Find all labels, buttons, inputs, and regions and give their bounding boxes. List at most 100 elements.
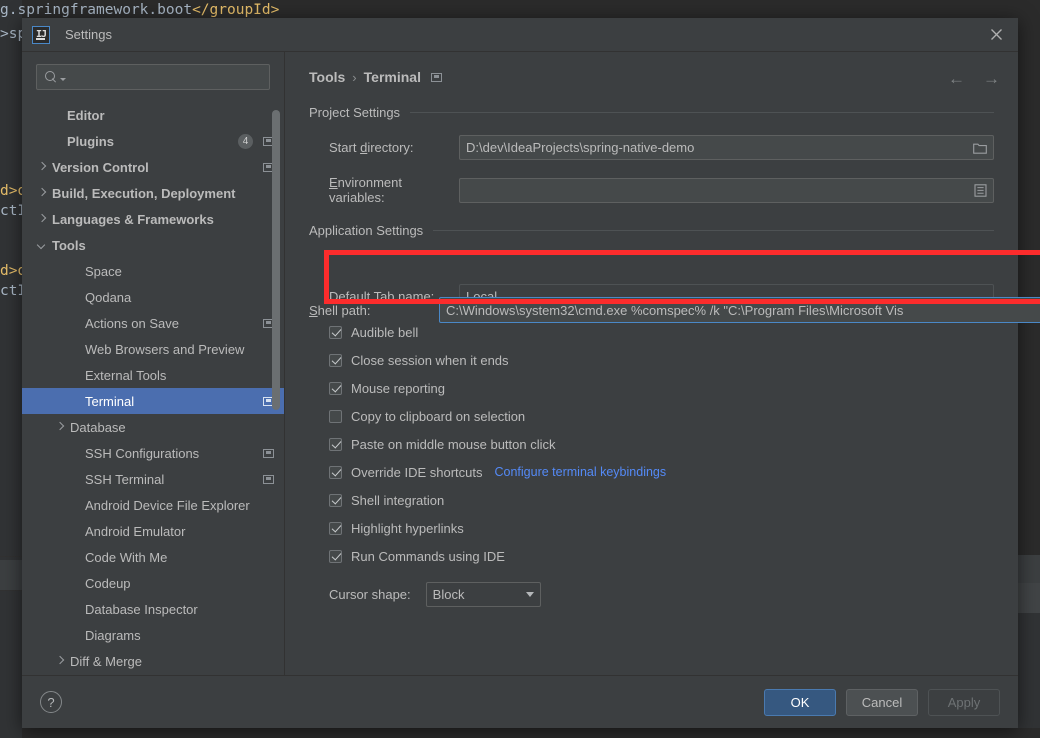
checkbox-checked-icon[interactable]	[329, 493, 342, 507]
dialog-title: Settings	[65, 27, 112, 42]
sidebar-item-android-emulator[interactable]: Android Emulator	[22, 518, 284, 544]
checkbox-row-close-session-when-it-ends[interactable]: Close session when it ends	[309, 346, 994, 374]
sidebar-item-actions-on-save[interactable]: Actions on Save	[22, 310, 284, 336]
sidebar-item-languages-frameworks[interactable]: Languages & Frameworks	[22, 206, 284, 232]
start-directory-input[interactable]: D:\dev\IdeaProjects\spring-native-demo	[459, 135, 994, 160]
checkbox-row-paste-on-middle-mouse-button-click[interactable]: Paste on middle mouse button click	[309, 430, 994, 458]
sidebar-item-label: Qodana	[85, 289, 132, 305]
dialog-footer: ? OK Cancel Apply	[22, 675, 1018, 728]
settings-sidebar: Editor Plugins 4 Version Control Build, Exec…	[22, 52, 284, 707]
editor-divider-a	[0, 556, 22, 557]
checkbox-checked-icon[interactable]	[329, 353, 342, 367]
sidebar-item-label: SSH Configurations	[85, 445, 200, 461]
checkbox-row-shell-integration[interactable]: Shell integration	[309, 486, 994, 514]
checkbox-row-run-commands-using-ide[interactable]: Run Commands using IDE	[309, 542, 994, 570]
sidebar-item-qodana[interactable]: Qodana	[22, 284, 284, 310]
sidebar-item-label: External Tools	[85, 367, 167, 383]
checkbox-label: Shell integration	[351, 492, 445, 508]
sidebar-item-editor[interactable]: Editor	[22, 102, 284, 128]
breadcrumb-root[interactable]: Tools	[309, 69, 345, 85]
terminal-options-checkbox-list: Audible bell Close session when it ends Mo…	[309, 318, 994, 570]
checkbox-row-mouse-reporting[interactable]: Mouse reporting	[309, 374, 994, 402]
help-button[interactable]: ?	[40, 691, 62, 713]
checkbox-label: Highlight hyperlinks	[351, 520, 464, 536]
sidebar-item-version-control[interactable]: Version Control	[22, 154, 284, 180]
sidebar-item-ssh-terminal[interactable]: SSH Terminal	[22, 466, 284, 492]
checkbox-row-copy-to-clipboard-on-selection[interactable]: Copy to clipboard on selection	[309, 402, 994, 430]
sidebar-scrollbar-thumb[interactable]	[272, 110, 280, 410]
dialog-title-bar: IJ Settings	[22, 18, 1018, 52]
editor-code-line: g.springframework.boot</groupId>	[0, 2, 279, 18]
configure-terminal-keybindings-link[interactable]: Configure terminal keybindings	[495, 465, 667, 479]
sidebar-item-ssh-configurations[interactable]: SSH Configurations	[22, 440, 284, 466]
editor-right-panel-a	[1018, 555, 1040, 583]
shell-path-input[interactable]: C:\Windows\system32\cmd.exe %comspec% /k…	[439, 297, 1040, 323]
sidebar-item-label: Terminal	[85, 393, 135, 409]
sidebar-item-external-tools[interactable]: External Tools	[22, 362, 284, 388]
folder-icon[interactable]	[973, 142, 987, 154]
ok-button[interactable]: OK	[764, 688, 836, 716]
sidebar-item-web-browsers-and-preview[interactable]: Web Browsers and Preview	[22, 336, 284, 362]
settings-detail-pane: Tools › Terminal ← → Project Settings St…	[285, 52, 1040, 707]
checkbox-checked-icon[interactable]	[329, 549, 342, 563]
dialog-body: Editor Plugins 4 Version Control Build, Exec…	[22, 52, 1040, 707]
cursor-shape-label: Cursor shape:	[329, 587, 411, 602]
checkbox-checked-icon[interactable]	[329, 325, 342, 339]
sidebar-item-codeup[interactable]: Codeup	[22, 570, 284, 596]
project-settings-title: Project Settings	[309, 105, 401, 120]
cancel-button[interactable]: Cancel	[846, 688, 918, 716]
sidebar-item-tools[interactable]: Tools	[22, 232, 284, 258]
sidebar-item-label: Languages & Frameworks	[52, 211, 214, 227]
checkbox-checked-icon[interactable]	[329, 381, 342, 395]
sidebar-item-label: Version Control	[52, 159, 149, 175]
sidebar-scrollbar-track[interactable]	[272, 102, 282, 694]
sidebar-item-build-execution-deployment[interactable]: Build, Execution, Deployment	[22, 180, 284, 206]
sidebar-item-terminal[interactable]: Terminal	[22, 388, 284, 414]
list-edit-icon[interactable]	[974, 183, 987, 197]
checkbox-checked-icon[interactable]	[329, 437, 342, 451]
forward-arrow-icon[interactable]: →	[983, 70, 1000, 87]
cursor-shape-select[interactable]: Block	[425, 582, 541, 607]
breadcrumb-separator-icon: ›	[352, 69, 357, 85]
sidebar-item-database-inspector[interactable]: Database Inspector	[22, 596, 284, 622]
apply-button[interactable]: Apply	[928, 688, 1000, 716]
intellij-idea-logo-icon: IJ	[32, 25, 50, 44]
project-settings-section-header: Project Settings	[309, 105, 994, 120]
chevron-right-icon[interactable]	[37, 188, 48, 199]
chevron-right-icon[interactable]	[37, 162, 48, 173]
checkbox-row-highlight-hyperlinks[interactable]: Highlight hyperlinks	[309, 514, 994, 542]
checkbox-label: Copy to clipboard on selection	[351, 408, 526, 424]
sidebar-item-plugins[interactable]: Plugins 4	[22, 128, 284, 154]
chevron-right-icon[interactable]	[37, 214, 48, 225]
code-token: g.springframework.boot	[0, 2, 193, 18]
sidebar-item-space[interactable]: Space	[22, 258, 284, 284]
sidebar-item-label: Android Device File Explorer	[85, 497, 250, 513]
checkbox-row-override-ide-shortcuts[interactable]: Override IDE shortcuts Configure terminal…	[309, 458, 994, 486]
environment-variables-row: Environment variables:	[309, 175, 994, 205]
chevron-right-icon[interactable]	[55, 656, 66, 667]
checkbox-checked-icon[interactable]	[329, 521, 342, 535]
close-icon[interactable]	[974, 18, 1018, 51]
chevron-down-icon[interactable]	[37, 240, 48, 251]
sidebar-item-diagrams[interactable]: Diagrams	[22, 622, 284, 648]
sidebar-item-diff-merge[interactable]: Diff & Merge	[22, 648, 284, 674]
environment-variables-input[interactable]	[459, 177, 994, 203]
sidebar-item-android-device-file-explorer[interactable]: Android Device File Explorer	[22, 492, 284, 518]
sidebar-item-database[interactable]: Database	[22, 414, 284, 440]
checkbox-unchecked-icon[interactable]	[329, 409, 342, 423]
sidebar-item-code-with-me[interactable]: Code With Me	[22, 544, 284, 570]
chevron-down-icon	[525, 592, 534, 597]
sidebar-item-label: Diff & Merge	[70, 653, 143, 669]
checkbox-checked-icon[interactable]	[329, 465, 342, 479]
chevron-right-icon[interactable]	[55, 422, 66, 433]
sidebar-item-label: Build, Execution, Deployment	[52, 185, 236, 201]
search-input[interactable]	[36, 64, 270, 90]
back-arrow-icon[interactable]: ←	[948, 70, 965, 87]
sidebar-item-label: Android Emulator	[85, 523, 186, 539]
